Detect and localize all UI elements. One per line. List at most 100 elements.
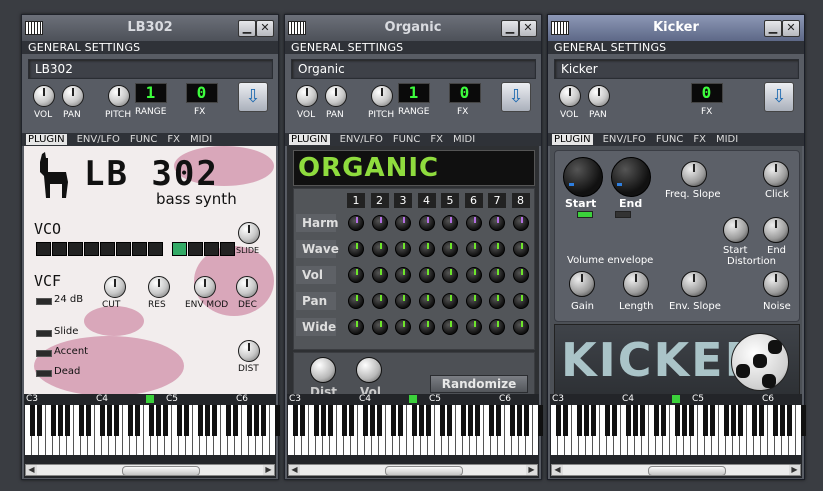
black-key[interactable] <box>584 405 589 436</box>
black-key[interactable] <box>114 405 119 436</box>
wave-button-exponential[interactable] <box>132 242 147 256</box>
black-key[interactable] <box>524 405 529 436</box>
tab-func[interactable]: FUNC <box>393 134 421 145</box>
black-key[interactable] <box>752 405 757 436</box>
close-icon[interactable]: ✕ <box>256 20 274 37</box>
minimize-icon[interactable]: ▁ <box>238 20 256 37</box>
db24-toggle[interactable] <box>36 298 52 305</box>
oscillator-knob[interactable] <box>395 267 411 283</box>
randomize-button[interactable]: Randomize <box>430 375 528 393</box>
scroll-thumb[interactable] <box>648 466 726 476</box>
black-key[interactable] <box>342 405 347 436</box>
oscillator-knob[interactable] <box>512 267 529 283</box>
wave-button-triangle[interactable] <box>52 242 67 256</box>
wave-button-bl-square[interactable] <box>188 242 203 256</box>
tab-fx[interactable]: FX <box>430 134 443 145</box>
oscillator-knob[interactable] <box>371 267 388 283</box>
black-key[interactable] <box>261 405 266 436</box>
vol-knob[interactable] <box>356 357 382 383</box>
black-key[interactable] <box>468 405 473 436</box>
black-key[interactable] <box>247 405 252 436</box>
instrument-name-field[interactable]: Kicker <box>554 59 799 79</box>
oscillator-knob[interactable] <box>465 293 482 309</box>
black-key[interactable] <box>801 405 806 436</box>
black-key[interactable] <box>398 405 403 436</box>
note-link-toggle[interactable] <box>577 211 631 218</box>
black-key[interactable] <box>510 405 515 436</box>
oscillator-knob[interactable] <box>348 215 364 231</box>
download-preset-icon[interactable]: ⇩ <box>501 82 531 112</box>
black-key[interactable] <box>780 405 785 436</box>
black-key[interactable] <box>738 405 743 436</box>
black-key[interactable] <box>563 405 568 436</box>
black-key[interactable] <box>377 405 382 436</box>
oscillator-knob[interactable] <box>418 293 435 309</box>
tab-plugin[interactable]: PLUGIN <box>552 134 593 145</box>
start-distortion-knob[interactable] <box>723 217 749 243</box>
black-key[interactable] <box>710 405 715 436</box>
lb302-titlebar[interactable]: LB302 ▁ ✕ <box>22 15 278 41</box>
end-distortion-knob[interactable] <box>763 217 789 243</box>
close-icon[interactable]: ✕ <box>519 20 537 37</box>
env-slope-knob[interactable] <box>681 271 707 297</box>
oscillator-knob[interactable] <box>418 241 435 257</box>
black-key[interactable] <box>321 405 326 436</box>
black-key[interactable] <box>661 405 666 436</box>
dist-knob[interactable] <box>310 357 336 383</box>
oscillator-knob[interactable] <box>371 319 388 335</box>
vol-knob[interactable] <box>33 85 55 107</box>
base-note-marker[interactable] <box>672 395 680 403</box>
oscillator-knob[interactable] <box>465 241 482 257</box>
black-key[interactable] <box>626 405 631 436</box>
instrument-name-field[interactable]: LB302 <box>28 59 273 79</box>
tab-env-lfo[interactable]: ENV/LFO <box>603 134 646 145</box>
oscillator-knob[interactable] <box>395 241 411 257</box>
tab-midi[interactable]: MIDI <box>453 134 475 145</box>
black-key[interactable] <box>128 405 133 436</box>
oscillator-knob[interactable] <box>489 293 505 309</box>
oscillator-knob[interactable] <box>442 319 458 335</box>
scroll-left-icon[interactable]: ◀ <box>552 465 563 475</box>
black-key[interactable] <box>440 405 445 436</box>
black-key[interactable] <box>773 405 778 436</box>
black-key[interactable] <box>177 405 182 436</box>
scroll-right-icon[interactable]: ▶ <box>263 465 274 475</box>
black-key[interactable] <box>254 405 259 436</box>
oscillator-knob[interactable] <box>489 319 505 335</box>
oscillator-knob[interactable] <box>395 319 411 335</box>
keyboard-scrollbar[interactable]: ◀ ▶ <box>288 464 538 476</box>
black-key[interactable] <box>689 405 694 436</box>
black-key[interactable] <box>149 405 154 436</box>
slide-toggle[interactable] <box>36 330 52 337</box>
black-key[interactable] <box>65 405 70 436</box>
black-key[interactable] <box>787 405 792 436</box>
freq-slope-knob[interactable] <box>681 161 707 187</box>
black-key[interactable] <box>612 405 617 436</box>
oscillator-knob[interactable] <box>348 319 364 335</box>
black-key[interactable] <box>349 405 354 436</box>
black-key[interactable] <box>314 405 319 436</box>
close-icon[interactable]: ✕ <box>782 20 800 37</box>
fx-display[interactable]: 0 <box>186 83 218 103</box>
black-key[interactable] <box>58 405 63 436</box>
black-key[interactable] <box>703 405 708 436</box>
oscillator-knob[interactable] <box>371 293 388 309</box>
oscillator-knob[interactable] <box>348 293 364 309</box>
black-key[interactable] <box>30 405 35 436</box>
organic-titlebar[interactable]: Organic ▁ ✕ <box>285 15 541 41</box>
black-key[interactable] <box>100 405 105 436</box>
black-key[interactable] <box>517 405 522 436</box>
wave-button-moog[interactable] <box>100 242 115 256</box>
black-key[interactable] <box>556 405 561 436</box>
pitch-knob[interactable] <box>371 85 393 107</box>
black-key[interactable] <box>163 405 168 436</box>
gain-knob[interactable] <box>569 271 595 297</box>
black-key[interactable] <box>475 405 480 436</box>
black-key[interactable] <box>447 405 452 436</box>
pan-knob[interactable] <box>62 85 84 107</box>
black-key[interactable] <box>86 405 91 436</box>
black-key[interactable] <box>633 405 638 436</box>
keyboard-scrollbar[interactable]: ◀ ▶ <box>25 464 275 476</box>
black-key[interactable] <box>391 405 396 436</box>
dist-knob[interactable] <box>238 340 260 362</box>
